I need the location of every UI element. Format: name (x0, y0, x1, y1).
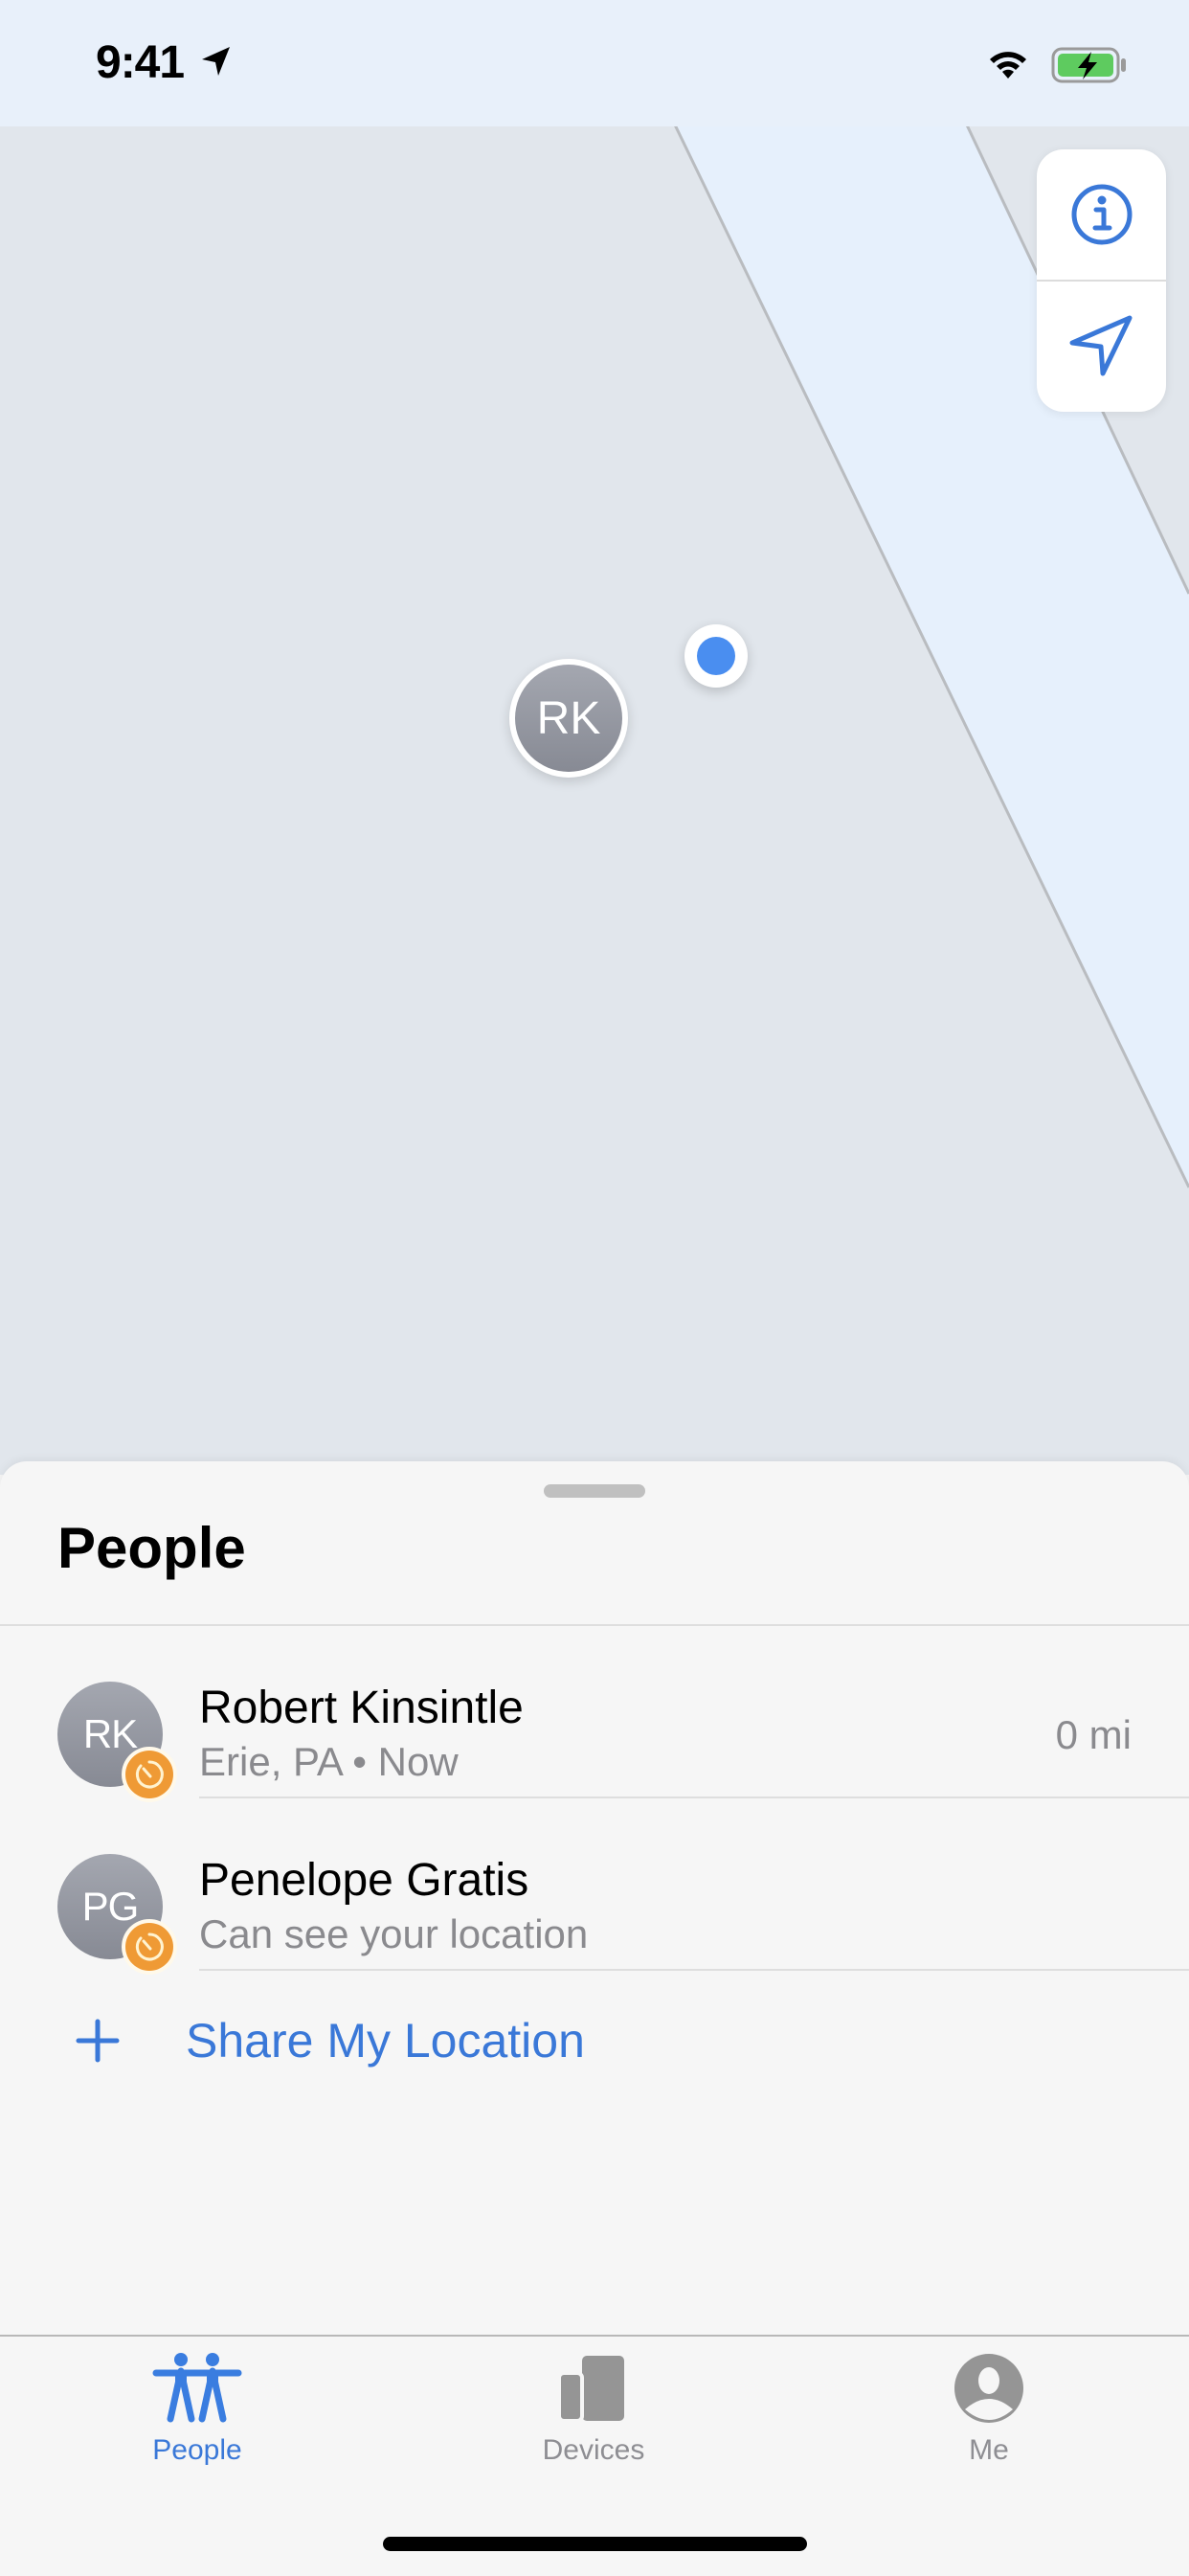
timer-icon (135, 1932, 164, 1961)
timer-badge (122, 1919, 177, 1975)
location-arrow-outline-icon (1069, 315, 1132, 376)
battery-charging-icon (1051, 47, 1126, 83)
status-bar: 9:41 (0, 0, 1189, 126)
home-indicator[interactable] (383, 2537, 807, 2551)
map-view[interactable]: RK (0, 0, 1189, 1475)
track-location-button[interactable] (1037, 281, 1166, 411)
person-name: Robert Kinsintle (199, 1683, 524, 1733)
tab-devices[interactable]: Devices (498, 2352, 689, 2486)
timer-badge (122, 1747, 177, 1802)
person-circle-icon (954, 2354, 1023, 2423)
status-time: 9:41 (96, 37, 185, 88)
tab-label: People (152, 2434, 242, 2466)
avatar-initials: RK (82, 1711, 138, 1756)
plus-icon (76, 2019, 120, 2063)
person-row[interactable]: RK Robert Kinsintle Erie, PA • Now 0 mi (0, 1626, 1189, 1802)
person-name: Penelope Gratis (199, 1855, 529, 1906)
divider (199, 1969, 1189, 1971)
tab-label: Devices (542, 2434, 645, 2466)
person-row[interactable]: PG Penelope Gratis Can see your location (0, 1798, 1189, 1975)
person-map-pin[interactable]: RK (509, 659, 628, 778)
user-location-dot-core (697, 637, 735, 675)
info-button[interactable] (1037, 149, 1166, 282)
share-my-location-label: Share My Location (186, 2014, 585, 2068)
wifi-icon (990, 52, 1026, 79)
person-subtitle: Erie, PA • Now (199, 1739, 459, 1784)
tab-label: Me (969, 2434, 1009, 2466)
people-icon (152, 2353, 242, 2423)
timer-icon (135, 1760, 164, 1789)
tab-people[interactable]: People (101, 2352, 293, 2486)
person-map-pin-initials: RK (515, 665, 622, 772)
tab-me[interactable]: Me (893, 2352, 1085, 2486)
devices-icon (557, 2356, 624, 2423)
share-my-location-button[interactable]: Share My Location (67, 2002, 585, 2079)
user-location-dot[interactable] (684, 624, 748, 688)
location-arrow-icon (202, 47, 230, 76)
avatar-initials: PG (81, 1884, 140, 1929)
sheet-grabber[interactable] (544, 1484, 645, 1498)
info-circle-icon (1071, 184, 1132, 245)
map-controls (1037, 149, 1166, 412)
person-distance: 0 mi (1055, 1712, 1132, 1757)
person-subtitle: Can see your location (199, 1911, 589, 1956)
sheet-title: People (57, 1516, 246, 1580)
